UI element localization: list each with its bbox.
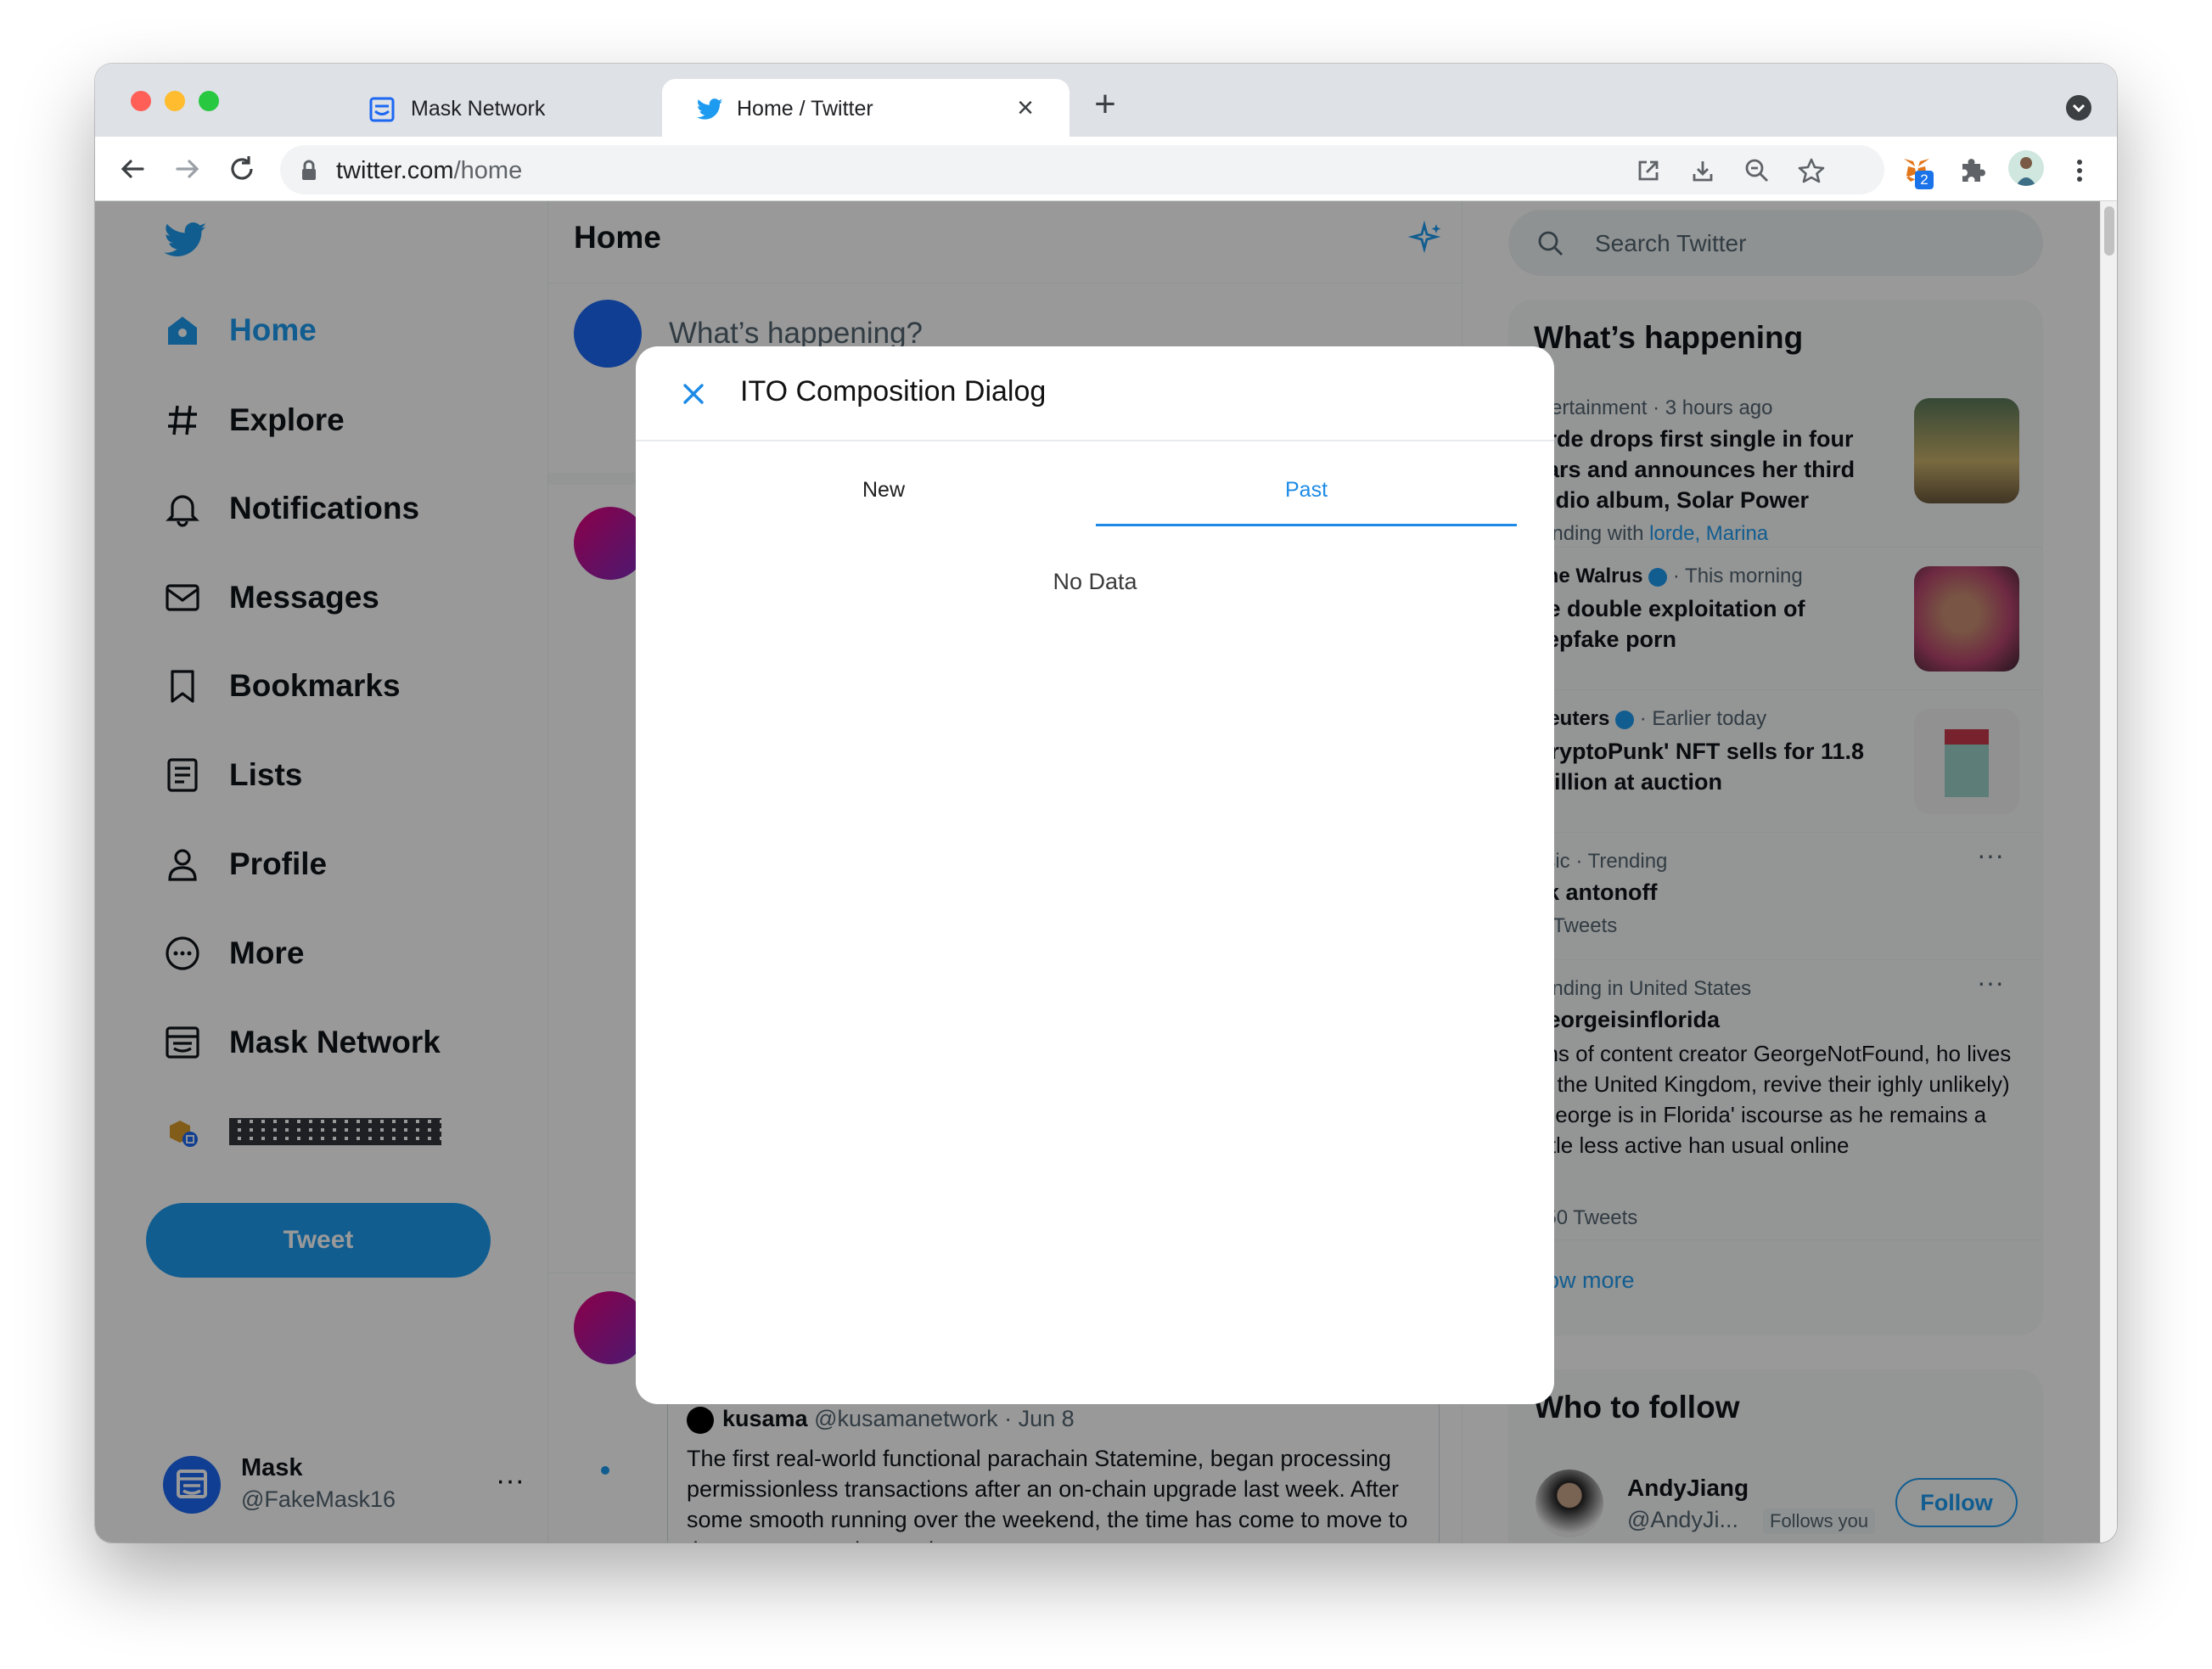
dialog-header: ITO Composition Dialog [636, 346, 1554, 441]
dialog-title: ITO Composition Dialog [740, 375, 1047, 407]
profile-avatar[interactable] [2008, 150, 2044, 186]
browser-menu-icon[interactable] [2073, 155, 2086, 186]
ito-composition-dialog: ITO Composition Dialog New Past No Data [636, 346, 1554, 1404]
twitter-favicon-icon [696, 98, 723, 120]
page-scrollbar[interactable] [2100, 201, 2117, 1543]
zoom-window-button[interactable] [199, 91, 219, 111]
bookmark-star-icon[interactable] [1798, 157, 1825, 184]
twitter-page: Home Explore Notifications Messages Book… [95, 201, 2117, 1543]
tab-title: Home / Twitter [737, 97, 873, 121]
url-text: twitter.com/home [336, 157, 522, 185]
tab-search-chevron-icon[interactable] [2066, 95, 2091, 121]
browser-window: Mask Network × Home / Twitter × + twitte… [95, 64, 2117, 1543]
scrollbar-thumb[interactable] [2104, 206, 2114, 256]
install-icon[interactable] [1689, 157, 1716, 184]
browser-toolbar: twitter.com/home 2 [95, 137, 2117, 201]
zoom-out-icon[interactable] [1743, 157, 1771, 184]
tab-past-label: Past [1284, 478, 1328, 502]
empty-state-text: No Data [1053, 569, 1137, 594]
url-host: twitter.com [336, 157, 454, 184]
tab-title: Mask Network [411, 97, 546, 121]
tab-indicator [1096, 524, 1517, 526]
new-tab-button[interactable]: + [1088, 86, 1122, 123]
tab-new[interactable]: New [673, 441, 1094, 526]
tab-home-twitter[interactable]: Home / Twitter × [662, 79, 1070, 137]
close-icon[interactable] [678, 379, 709, 409]
tab-past[interactable]: Past [1096, 441, 1517, 526]
extensions-puzzle-icon[interactable] [1957, 155, 1988, 186]
close-tab-icon[interactable]: × [1012, 93, 1039, 122]
minimize-window-button[interactable] [165, 91, 185, 111]
lock-icon[interactable] [297, 157, 321, 184]
back-arrow-icon[interactable] [115, 152, 149, 186]
metamask-extension-icon[interactable]: 2 [1901, 155, 1934, 189]
open-in-app-icon[interactable] [1635, 157, 1662, 184]
tab-strip: Mask Network × Home / Twitter × + [95, 64, 2117, 137]
forward-arrow-icon[interactable] [171, 152, 205, 186]
mask-favicon-icon [369, 97, 395, 122]
reload-icon[interactable] [225, 152, 259, 186]
address-bar[interactable]: twitter.com/home [280, 145, 1884, 194]
extension-badge: 2 [1915, 171, 1934, 189]
url-path: /home [453, 157, 523, 184]
close-window-button[interactable] [131, 91, 151, 111]
